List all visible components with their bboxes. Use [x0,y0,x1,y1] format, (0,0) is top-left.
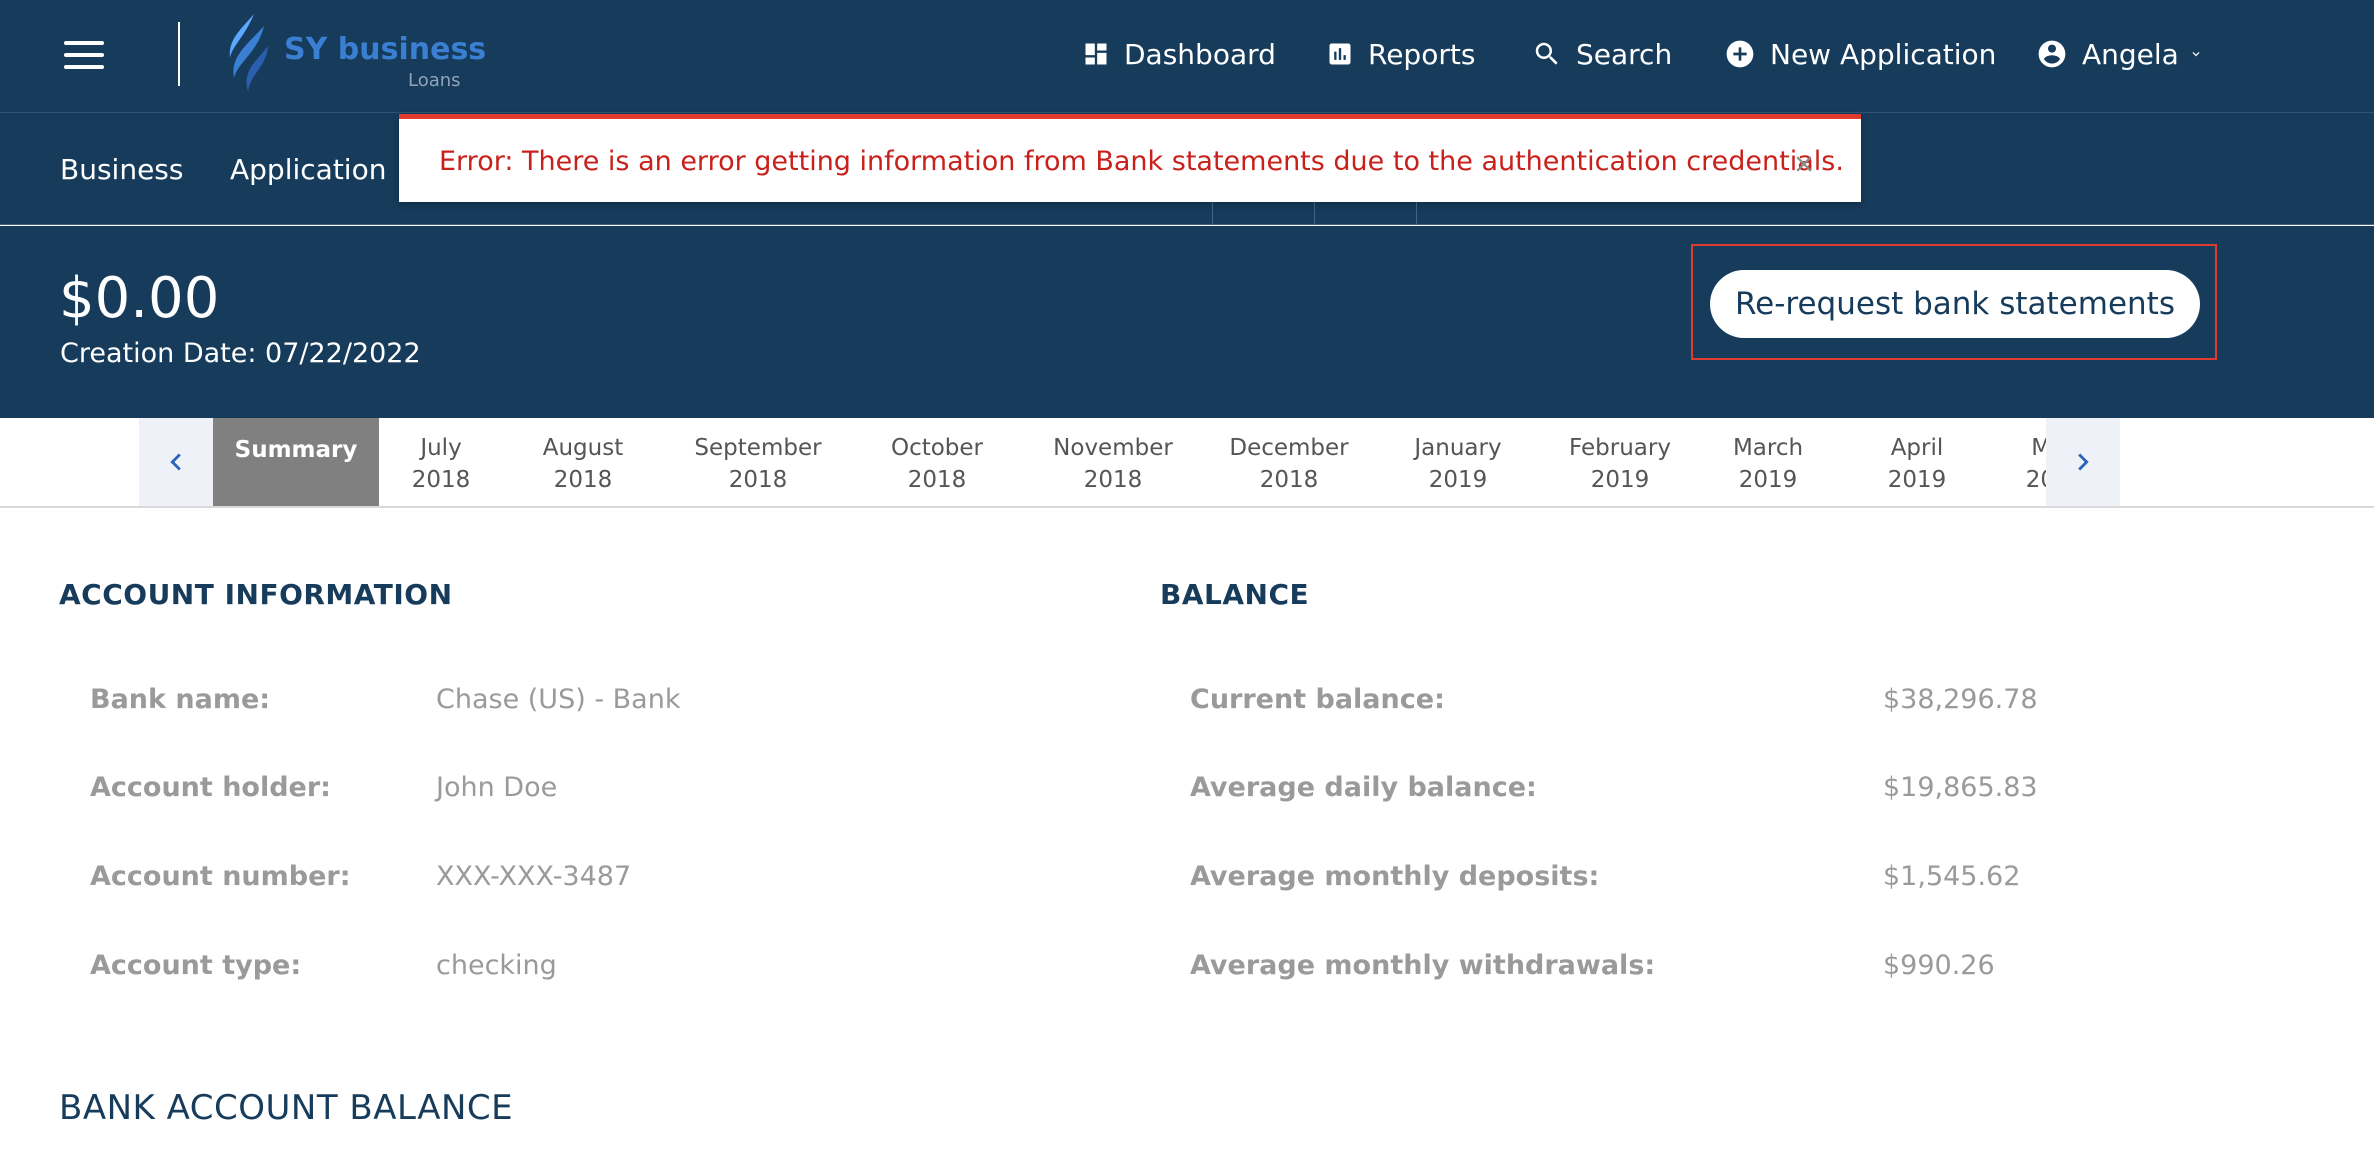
close-icon[interactable] [1791,151,1817,177]
average-monthly-withdrawals-label: Average monthly withdrawals: [1190,950,1656,981]
average-monthly-deposits-label: Average monthly deposits: [1190,861,1600,892]
tab-summary[interactable]: Summary [213,418,379,506]
nav-search[interactable]: Search [1532,32,1672,76]
month-tab[interactable]: November 2018 [1021,418,1205,506]
month-tab-name: January [1414,435,1502,461]
account-information-title: ACCOUNT INFORMATION [59,578,453,611]
month-tab-name: February [1569,435,1671,461]
tab-separator [1212,198,1213,225]
month-tab[interactable]: January 2019 [1373,418,1543,506]
logo-subtitle: Loans [408,70,461,91]
month-tab-year: 2019 [1738,467,1798,493]
nav-search-label: Search [1576,37,1673,71]
nav-new-application[interactable]: New Application [1724,32,1996,76]
tab-separator [1416,198,1417,225]
month-tab[interactable]: October 2018 [853,418,1021,506]
month-tab-name: November [1053,435,1173,461]
month-tab-year: 2019 [1887,467,1947,493]
menu-icon[interactable] [64,41,104,69]
month-tab-year: 2018 [728,467,788,493]
logo-flame-icon [229,14,268,92]
top-bar: SY business Loans Dashboard Reports Sear… [0,0,2374,113]
month-tab[interactable]: December 2018 [1205,418,1373,506]
month-tabs: Summary July 2018 August 2018 September 2018 Oc… [0,418,2374,508]
tab-separator [1314,198,1315,225]
bank-name-label: Bank name: [90,684,271,715]
bank-account-balance-title: BANK ACCOUNT BALANCE [59,1088,514,1128]
month-tab-year: 2018 [1259,467,1319,493]
average-monthly-deposits-value: $1,545.62 [1883,861,2021,892]
logo[interactable]: SY business Loans [218,12,486,98]
month-prev-button[interactable] [139,418,213,506]
rerequest-highlight: Re-request bank statements [1691,244,2217,360]
nav-dashboard[interactable]: Dashboard [1082,32,1276,76]
nav-new-application-label: New Application [1770,37,1997,71]
user-account-icon [2038,40,2066,68]
month-tab[interactable]: August 2018 [503,418,663,506]
user-name: Angela [2082,37,2179,71]
error-toast: Error: There is an error getting informa… [399,114,1861,202]
tab-business[interactable]: Business [60,153,183,186]
chevron-left-icon [170,453,181,471]
header-divider [178,22,180,86]
month-tab-name: September [694,435,822,461]
month-tab[interactable]: February 2019 [1543,418,1697,506]
month-tab-name: July [420,435,462,461]
month-tab-name: March [1732,435,1804,461]
balance-title: BALANCE [1160,578,1310,611]
nav-reports[interactable]: Reports [1326,32,1475,76]
bank-name-value: Chase (US) - Bank [436,684,681,715]
month-tab-year: 2018 [1083,467,1143,493]
current-balance-label: Current balance: [1190,684,1445,715]
summary-header: $0.00 Creation Date: 07/22/2022 Re-reque… [0,226,2374,418]
chevron-down-icon [2192,52,2200,57]
nav-dashboard-label: Dashboard [1124,37,1276,71]
average-monthly-withdrawals-value: $990.26 [1883,950,1995,981]
month-tab[interactable]: April 2019 [1839,418,1995,506]
nav-reports-label: Reports [1368,37,1476,71]
month-tab-name: April [1890,435,1944,461]
account-type-label: Account type: [90,950,302,981]
error-message: Error: There is an error getting informa… [439,146,1844,177]
account-number-label: Account number: [90,861,351,892]
average-daily-balance-label: Average daily balance: [1190,772,1537,803]
month-tab[interactable]: March 2019 [1697,418,1839,506]
month-tab-year: 2019 [1590,467,1650,493]
month-tab[interactable]: July 2018 [379,418,503,506]
account-number-value: XXX-XXX-3487 [436,861,632,892]
average-daily-balance-value: $19,865.83 [1883,772,2038,803]
plus-circle-icon [1726,40,1754,68]
total-amount: $0.00 [59,266,220,331]
account-holder-value: John Doe [436,772,558,803]
month-tab-name: October [890,435,984,461]
month-tab-name: December [1229,435,1349,461]
month-tab[interactable]: May 2019 [1995,418,2046,506]
dashboard-icon [1085,43,1107,65]
account-holder-label: Account holder: [90,772,331,803]
tab-application[interactable]: Application [230,153,386,186]
month-tab-year: 2018 [907,467,967,493]
search-icon [1535,42,1558,65]
month-tab[interactable]: September 2018 [663,418,853,506]
month-tab-name: August [542,435,624,461]
account-type-value: checking [436,950,557,981]
chevron-right-icon [2078,453,2089,471]
creation-date: Creation Date: 07/22/2022 [60,338,421,369]
month-next-button[interactable] [2046,418,2120,506]
bar-chart-icon [1329,43,1351,65]
month-tab-year: 2019 [1428,467,1488,493]
current-balance-value: $38,296.78 [1883,684,2038,715]
month-tab-year: 2019 [2025,467,2046,493]
month-tab-year: 2018 [411,467,471,493]
user-menu[interactable]: Angela [2036,32,2203,76]
month-tab-strip: Summary July 2018 August 2018 September 2018 Oc… [213,418,2046,506]
rerequest-bank-statements-button[interactable]: Re-request bank statements [1710,270,2200,338]
month-tab-year: 2018 [553,467,613,493]
month-tab-name: Summary [234,437,358,463]
month-tab-name: May [2031,435,2046,461]
logo-name: SY business [284,32,487,67]
